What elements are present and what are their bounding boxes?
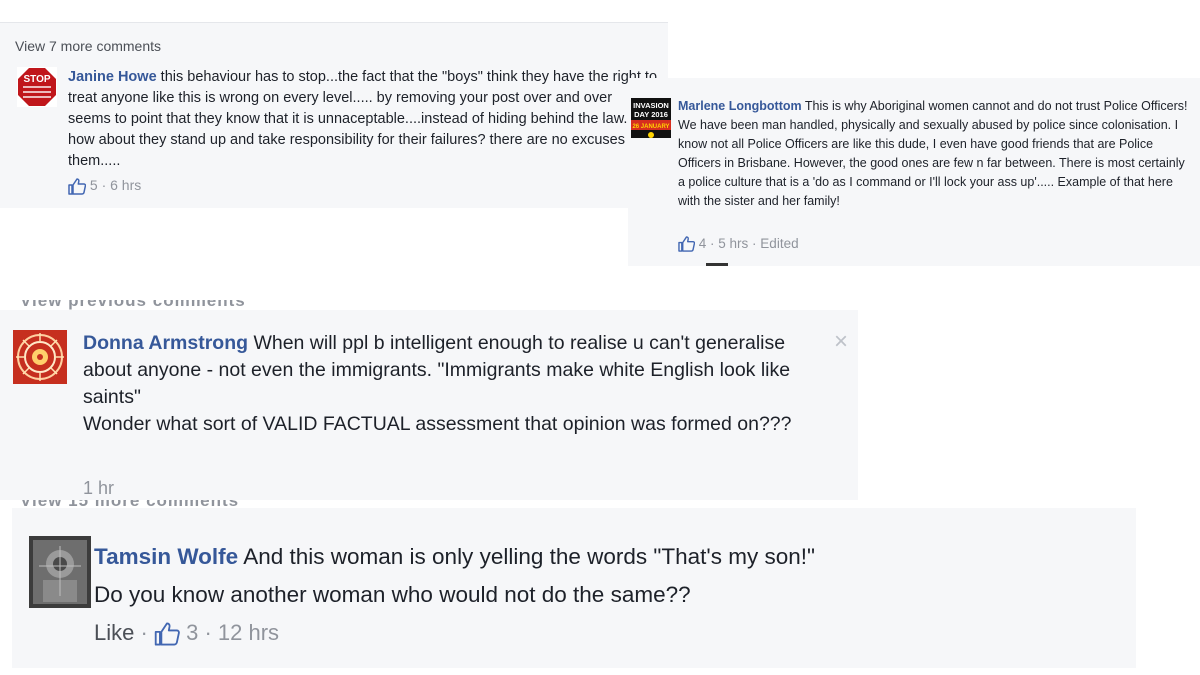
avatar-stop-text: STOP — [23, 74, 50, 85]
comment-stats: 4 · 5 hrs · Edited — [678, 236, 799, 253]
thumbs-up-icon[interactable] — [154, 622, 180, 646]
comment-text: this behaviour has to stop...the fact th… — [68, 69, 658, 169]
comment-body: Janine Howe this behaviour has to stop..… — [68, 67, 658, 172]
avatar-donna[interactable] — [13, 330, 67, 384]
author-name[interactable]: Marlene Longbottom — [678, 99, 802, 113]
avatar-marlene[interactable]: INVASION DAY 2016 26 JANUARY — [631, 98, 671, 138]
mandala-icon — [13, 330, 67, 384]
comment-body: Tamsin Wolfe And this woman is only yell… — [94, 538, 994, 614]
bottom-edge — [0, 668, 1200, 675]
thumbs-up-icon[interactable] — [68, 178, 86, 195]
like-count[interactable]: 4 — [699, 236, 707, 251]
thumbs-up-icon[interactable] — [678, 236, 695, 253]
comment-text-line-1: And this woman is only yelling the words… — [243, 544, 815, 569]
close-icon[interactable]: × — [834, 328, 848, 356]
avatar-line-1: INVASION — [633, 101, 669, 110]
view-more-comments-link[interactable]: View 7 more comments — [15, 38, 161, 54]
author-name[interactable]: Janine Howe — [68, 69, 157, 85]
comment-text-line-2: Do you know another woman who would not … — [94, 582, 691, 607]
timestamp[interactable]: 1 hr — [83, 478, 114, 499]
like-count[interactable]: 3 — [186, 620, 198, 645]
author-name[interactable]: Donna Armstrong — [83, 332, 248, 354]
comment-text-line-2: Wonder what sort of VALID FACTUAL assess… — [83, 413, 792, 435]
avatar-line-3: 26 JANUARY — [632, 124, 669, 130]
comment-panel-tamsin: Tamsin Wolfe And this woman is only yell… — [12, 508, 1136, 675]
comment-text: This is why Aboriginal women cannot and … — [678, 99, 1188, 208]
comment-panel-marlene: INVASION DAY 2016 26 JANUARY Marlene Lon… — [628, 78, 1200, 266]
comment-body: Marlene Longbottom This is why Aborigina… — [678, 97, 1194, 211]
author-name[interactable]: Tamsin Wolfe — [94, 544, 238, 569]
avatar-janine[interactable]: STOP — [17, 67, 57, 107]
invasion-day-badge-icon: INVASION DAY 2016 26 JANUARY — [631, 98, 671, 138]
comment-panel-janine: View 7 more comments STOP Janine Howe th… — [0, 22, 668, 208]
like-count[interactable]: 5 — [90, 177, 98, 193]
timestamp[interactable]: · 5 hrs · Edited — [710, 236, 799, 251]
avatar-line-2: DAY 2016 — [634, 110, 668, 119]
comment-panel-donna: Donna Armstrong When will ppl b intellig… — [0, 310, 858, 500]
profile-photo-icon — [29, 536, 91, 608]
timestamp[interactable]: · 12 hrs — [204, 620, 279, 645]
avatar-tamsin[interactable] — [29, 536, 91, 608]
timestamp[interactable]: · 6 hrs — [102, 177, 142, 193]
comment-stats: Like · 3 · 12 hrs — [94, 620, 280, 646]
comment-body: Donna Armstrong When will ppl b intellig… — [83, 330, 803, 438]
like-button[interactable]: Like — [94, 620, 134, 645]
comment-stats: 5 · 6 hrs — [68, 177, 141, 195]
stop-sign-icon: STOP — [17, 67, 57, 107]
cut-divider — [706, 263, 728, 266]
